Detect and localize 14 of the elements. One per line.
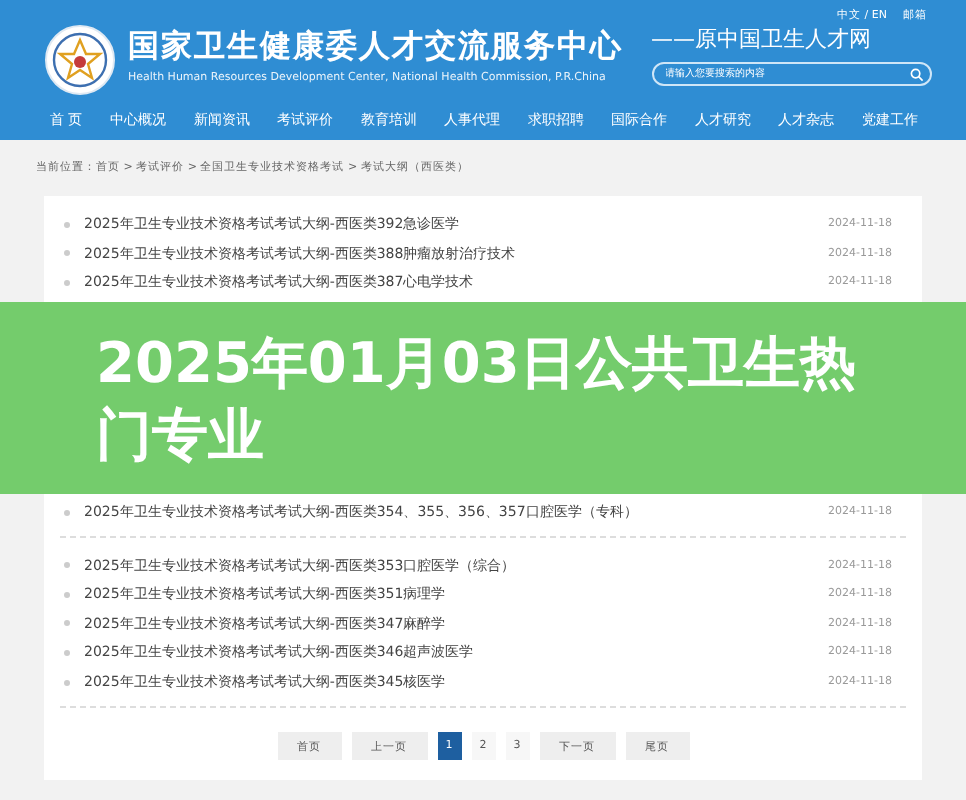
bullet-icon: [64, 591, 70, 598]
bullet-icon: [64, 649, 70, 656]
bullet-icon: [64, 620, 70, 627]
bullet-icon: [64, 221, 70, 228]
logo-icon: [44, 24, 116, 96]
search-icon[interactable]: [909, 67, 923, 81]
headline: 2025年01月03日公共卫生热门专业: [96, 327, 858, 472]
bullet-icon: [64, 279, 70, 286]
bullet-icon: [64, 509, 70, 516]
bullet-icon: [64, 250, 70, 257]
bullet-icon: [64, 679, 70, 686]
bullet-icon: [64, 562, 70, 569]
site-title: 国家卫生健康委人才交流服务中心: [128, 26, 623, 68]
former-name: ——原中国卫生人才网: [651, 24, 873, 56]
